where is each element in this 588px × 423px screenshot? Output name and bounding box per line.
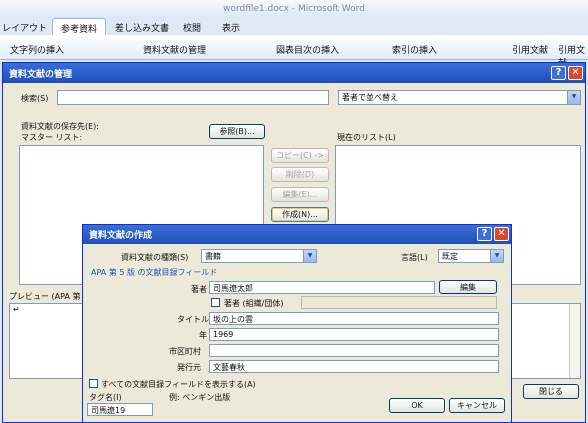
author-label: 著者 — [191, 285, 207, 294]
storage-label: 資料文献の保存先(E): — [21, 122, 99, 131]
preview-scrollbar[interactable] — [569, 304, 580, 378]
close-icon[interactable]: ✕ — [568, 66, 583, 80]
corporate-author-label: 著者 (組織/団体) — [224, 299, 284, 308]
paragraph-mark-icon: ↵ — [13, 305, 20, 314]
author-field[interactable]: 司馬遼太郎 — [209, 281, 435, 294]
tag-label: タグ名(I) — [89, 393, 122, 402]
ribbon-manage-sources[interactable]: 資料文献の管理 — [143, 43, 206, 56]
year-field[interactable]: 1969 — [209, 328, 499, 341]
ok-button[interactable]: OK — [389, 398, 445, 413]
publisher-label: 発行元 — [177, 363, 201, 372]
chevron-down-icon: ▼ — [490, 250, 503, 262]
help-icon[interactable]: ? — [477, 227, 492, 241]
window-title: wordfile1.docx - Microsoft Word — [223, 4, 365, 14]
year-label: 年 — [199, 331, 207, 340]
create-source-dialog: 資料文献の作成 ? ✕ 資料文献の種類(S) 書籍 ▼ 言語(L) 既定 ▼ A… — [82, 224, 512, 423]
cancel-button[interactable]: キャンセル — [449, 398, 505, 413]
sort-select[interactable]: 著者で並べ替え ▼ — [338, 90, 581, 105]
corporate-author-checkbox[interactable] — [211, 298, 220, 307]
ribbon-table-of-figures[interactable]: 図表目次の挿入 — [276, 43, 339, 56]
fields-heading: APA 第 5 版 の文献目録フィールド — [91, 268, 218, 277]
title-field[interactable]: 坂の上の雲 — [209, 312, 499, 325]
manage-dialog-title-bar: 資料文献の管理 — [3, 63, 585, 83]
ribbon-text-insert[interactable]: 文字列の挿入 — [10, 43, 64, 56]
master-list-label: マスター リスト: — [21, 133, 83, 142]
tab-view[interactable]: 表示 — [222, 21, 240, 34]
delete-button[interactable]: 削除(D) — [271, 167, 329, 182]
preview-label: プレビュー (APA 第 — [9, 292, 81, 301]
help-icon[interactable]: ? — [551, 66, 566, 80]
tab-layout[interactable]: レイアウト — [2, 21, 47, 34]
show-all-checkbox[interactable] — [89, 379, 98, 388]
publisher-field[interactable]: 文藝春秋 — [209, 360, 499, 373]
show-all-label: すべての文献目録フィールドを表示する(A) — [101, 380, 256, 389]
chevron-down-icon: ▼ — [567, 91, 580, 104]
sort-select-value: 著者で並べ替え — [342, 93, 398, 102]
browse-button[interactable]: 参照(B)... — [209, 124, 265, 139]
tab-mailings[interactable]: 差し込み文書 — [115, 21, 169, 34]
tab-review[interactable]: 校閲 — [183, 21, 201, 34]
search-label: 検索(S) — [21, 94, 49, 103]
source-type-label: 資料文献の種類(S) — [121, 253, 189, 262]
ribbon-tab-bar: レイアウト 参考資料 差し込み文書 校閲 表示 — [0, 18, 588, 35]
language-value: 既定 — [442, 252, 458, 261]
edit-source-button[interactable]: 編集(E)... — [271, 187, 329, 202]
ribbon-insert-index[interactable]: 索引の挿入 — [392, 43, 437, 56]
word-title-bar: wordfile1.docx - Microsoft Word — [0, 0, 588, 18]
corporate-author-field[interactable] — [301, 296, 497, 309]
city-field[interactable] — [209, 344, 499, 357]
create-dialog-title: 資料文献の作成 — [89, 231, 153, 241]
language-label: 言語(L) — [401, 253, 428, 262]
ribbon-cite[interactable]: 引用文献 — [512, 43, 548, 56]
source-type-select[interactable]: 書籍 ▼ — [201, 249, 317, 263]
title-label: タイトル — [177, 315, 209, 324]
tag-field[interactable]: 司馬遼19 — [87, 403, 153, 416]
author-edit-button[interactable]: 編集 — [439, 280, 497, 294]
source-type-value: 書籍 — [205, 252, 221, 261]
ribbon: 文字列の挿入 資料文献の管理 図表目次の挿入 索引の挿入 引用文献 引用文献一 — [0, 35, 588, 69]
language-select[interactable]: 既定 ▼ — [438, 249, 504, 263]
new-source-button[interactable]: 作成(N)... — [271, 207, 329, 222]
tab-references[interactable]: 参考資料 — [52, 18, 107, 35]
close-icon[interactable]: ✕ — [494, 227, 509, 241]
manage-dialog-title: 資料文献の管理 — [9, 69, 73, 80]
chevron-down-icon: ▼ — [303, 250, 316, 262]
city-label: 市区町村 — [169, 347, 201, 356]
close-button[interactable]: 閉じる — [523, 384, 579, 399]
current-list-label: 現在のリスト(L) — [337, 133, 396, 142]
example-label: 例: ペンギン出版 — [169, 393, 231, 402]
copy-button[interactable]: コピー(C) -> — [271, 148, 329, 163]
create-dialog-title-bar: 資料文献の作成 — [83, 225, 511, 244]
search-input[interactable] — [57, 90, 329, 105]
